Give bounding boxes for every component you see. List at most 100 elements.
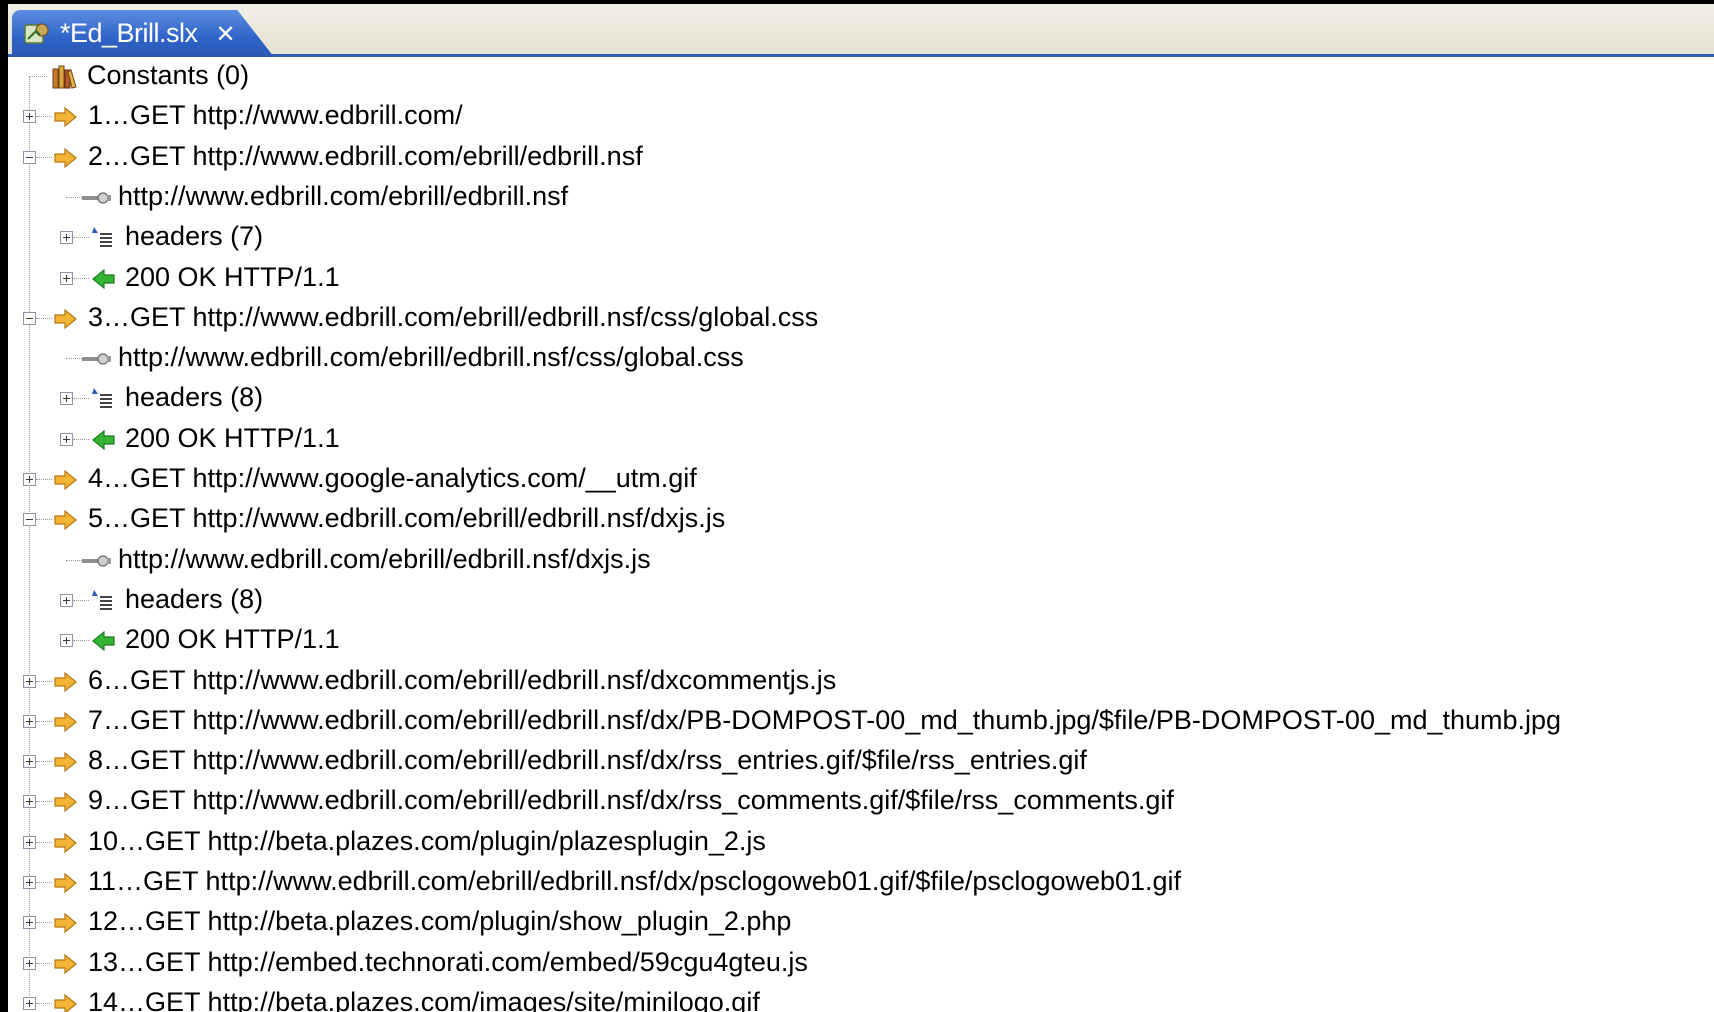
tree-node[interactable]: 10…GET http://beta.plazes.com/plugin/pla…	[8, 823, 1708, 863]
tree-child-node[interactable]: http://www.edbrill.com/ebrill/edbrill.ns…	[8, 178, 1708, 218]
url-plug-icon	[82, 185, 111, 211]
tree-child-node[interactable]: 200 OK HTTP/1.1	[8, 621, 1708, 661]
expand-icon[interactable]	[23, 473, 36, 486]
tree-node[interactable]: 3…GET http://www.edbrill.com/ebrill/edbr…	[8, 299, 1708, 339]
request-arrow-icon	[53, 789, 79, 815]
tree-child-node[interactable]: 200 OK HTTP/1.1	[8, 420, 1708, 460]
tree-node-label: 7…GET http://www.edbrill.com/ebrill/edbr…	[88, 704, 1562, 735]
editor-window: *Ed_Brill.slx ✕ Constants (0) 1…GET http:…	[0, 0, 1714, 1012]
tree-connector	[29, 76, 47, 77]
expand-icon[interactable]	[23, 795, 36, 809]
url-plug-icon	[82, 346, 111, 372]
tree-node-label: 4…GET http://www.google-analytics.com/__…	[88, 463, 697, 493]
tree-connector	[73, 277, 89, 279]
tree-child-node[interactable]: headers (7)	[8, 218, 1708, 258]
request-arrow-icon	[53, 870, 79, 896]
collapse-icon[interactable]	[23, 311, 36, 325]
tree-child-node[interactable]: headers (8)	[8, 581, 1708, 621]
tree-node-label: 200 OK HTTP/1.1	[125, 261, 340, 292]
tree-node-label: http://www.edbrill.com/ebrill/edbrill.ns…	[118, 543, 651, 574]
request-arrow-icon	[53, 145, 79, 171]
request-arrow-icon	[53, 507, 79, 533]
tree-connector	[73, 398, 89, 400]
tree-connector	[36, 519, 52, 521]
expand-icon[interactable]	[23, 956, 36, 970]
tree-node[interactable]: 2…GET http://www.edbrill.com/ebrill/edbr…	[8, 138, 1708, 178]
expand-icon[interactable]	[23, 876, 36, 889]
tree-node[interactable]: 12…GET http://beta.plazes.com/plugin/sho…	[8, 903, 1708, 943]
tree-node[interactable]: 9…GET http://www.edbrill.com/ebrill/edbr…	[8, 782, 1708, 822]
request-arrow-icon	[53, 669, 79, 695]
response-arrow-icon	[90, 427, 116, 453]
expand-icon[interactable]	[23, 996, 36, 1010]
url-plug-icon	[82, 548, 111, 574]
expand-icon[interactable]	[23, 755, 36, 769]
collapse-icon[interactable]	[23, 513, 36, 527]
request-arrow-icon	[53, 910, 79, 936]
editor-tab[interactable]: *Ed_Brill.slx ✕	[12, 10, 274, 57]
tree-node[interactable]: 8…GET http://www.edbrill.com/ebrill/edbr…	[8, 742, 1708, 782]
tree-connector	[36, 962, 52, 964]
expand-icon[interactable]	[60, 271, 73, 285]
response-arrow-icon	[90, 628, 116, 654]
tree-node-label: 11…GET http://www.edbrill.com/ebrill/edb…	[88, 866, 1182, 896]
expand-icon[interactable]	[23, 674, 36, 688]
expand-icon[interactable]	[60, 634, 73, 648]
tree-node-label: 12…GET http://beta.plazes.com/plugin/sho…	[88, 906, 792, 937]
tree-node-label: 10…GET http://beta.plazes.com/plugin/pla…	[88, 825, 766, 856]
tree-node[interactable]: 11…GET http://www.edbrill.com/ebrill/edb…	[8, 863, 1708, 903]
tree-node[interactable]: 4…GET http://www.google-analytics.com/__…	[8, 460, 1708, 500]
tree-node-label: headers (8)	[125, 583, 264, 614]
tree-node-label: 2…GET http://www.edbrill.com/ebrill/edbr…	[88, 140, 643, 171]
tree-connector	[36, 720, 52, 722]
expand-icon[interactable]	[23, 835, 36, 849]
editor-tab-bar: *Ed_Brill.slx ✕	[8, 4, 1714, 57]
request-arrow-icon	[53, 830, 79, 856]
tree-node[interactable]: 14…GET http://beta.plazes.com/images/sit…	[8, 984, 1708, 1012]
tree-node-label: 200 OK HTTP/1.1	[125, 624, 340, 655]
tree-node-label: Constants (0)	[87, 60, 250, 90]
tree-node-label: 9…GET http://www.edbrill.com/ebrill/edbr…	[88, 785, 1174, 816]
close-icon[interactable]: ✕	[216, 20, 236, 48]
tree-node[interactable]: 5…GET http://www.edbrill.com/ebrill/edbr…	[8, 500, 1708, 540]
tree-connector	[36, 116, 52, 118]
tree-node-label: headers (8)	[125, 382, 264, 413]
tree-node[interactable]: Constants (0)	[8, 57, 1708, 97]
expand-icon[interactable]	[60, 432, 73, 446]
request-arrow-icon	[53, 991, 79, 1012]
tree-connector	[73, 640, 89, 642]
tree-node-label: 6…GET http://www.edbrill.com/ebrill/edbr…	[88, 664, 837, 695]
tree-child-node[interactable]: http://www.edbrill.com/ebrill/edbrill.ns…	[8, 339, 1708, 379]
tree-connector	[36, 479, 52, 480]
expand-icon[interactable]	[60, 392, 73, 406]
expand-icon[interactable]	[60, 231, 73, 245]
expand-icon[interactable]	[60, 593, 73, 607]
headers-icon	[90, 386, 116, 412]
request-arrow-icon	[53, 709, 79, 735]
collapse-icon[interactable]	[23, 150, 36, 164]
tree-child-node[interactable]: headers (8)	[8, 379, 1708, 419]
expand-icon[interactable]	[23, 916, 36, 930]
expand-icon[interactable]	[23, 110, 36, 124]
tab-title: *Ed_Brill.slx	[60, 18, 198, 48]
request-arrow-icon	[53, 951, 79, 977]
tree-node-label: 1…GET http://www.edbrill.com/	[88, 100, 463, 131]
tree-connector	[36, 317, 52, 319]
tree-node-label: http://www.edbrill.com/ebrill/edbrill.ns…	[118, 180, 569, 211]
tree-node-label: 13…GET http://embed.technorati.com/embed…	[88, 946, 808, 977]
request-arrow-icon	[53, 749, 79, 775]
tree-node[interactable]: 6…GET http://www.edbrill.com/ebrill/edbr…	[8, 662, 1708, 702]
tree-child-node[interactable]: http://www.edbrill.com/ebrill/edbrill.ns…	[8, 541, 1708, 581]
tree-node-label: headers (7)	[125, 221, 264, 252]
tree-node[interactable]: 13…GET http://embed.technorati.com/embed…	[8, 944, 1708, 984]
tree-connector	[36, 922, 52, 924]
expand-icon[interactable]	[23, 714, 36, 728]
tree-node[interactable]: 1…GET http://www.edbrill.com/	[8, 97, 1708, 137]
tree-child-node[interactable]: 200 OK HTTP/1.1	[8, 259, 1708, 299]
tree-connector	[36, 156, 52, 158]
tree-node[interactable]: 7…GET http://www.edbrill.com/ebrill/edbr…	[8, 702, 1708, 742]
tree-node-label: 5…GET http://www.edbrill.com/ebrill/edbr…	[88, 503, 726, 534]
tree-view[interactable]: Constants (0) 1…GET http://www.edbrill.co…	[8, 57, 1714, 1012]
tree-connector	[36, 801, 52, 803]
tree-connector	[36, 761, 52, 763]
